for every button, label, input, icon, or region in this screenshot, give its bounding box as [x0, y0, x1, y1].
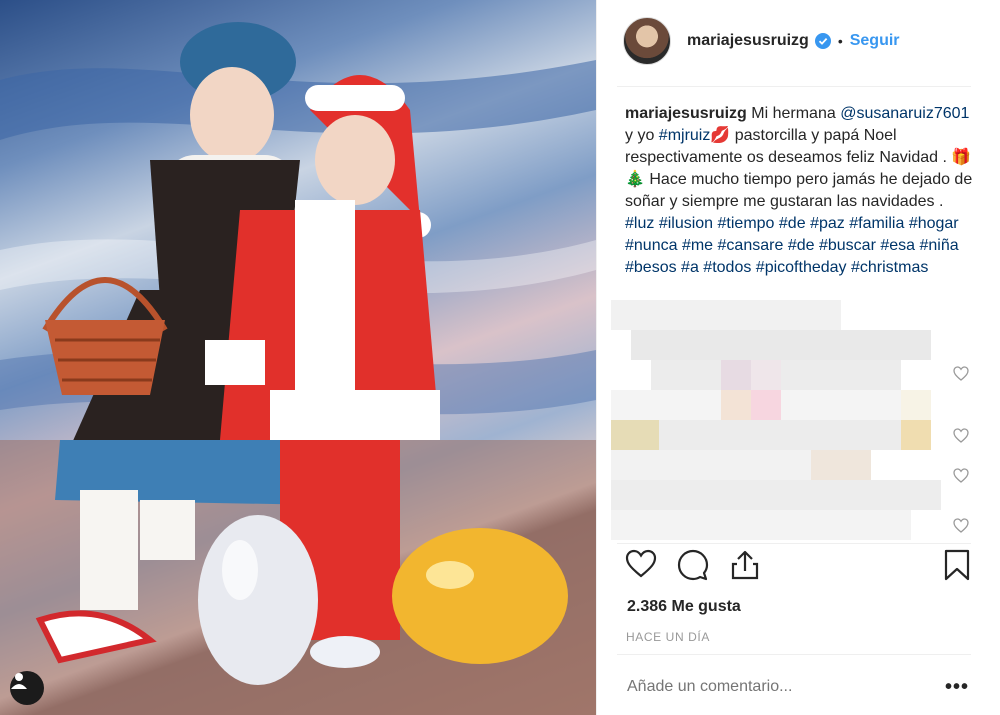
likes-count[interactable]: 2.386 Me gusta	[627, 598, 741, 616]
hashtag-link[interactable]: #familia	[849, 215, 904, 232]
user-tag-icon	[11, 673, 27, 689]
photo-illustration	[0, 22, 596, 715]
comment-like-icon[interactable]	[953, 518, 969, 533]
gift-emoji: 🎁	[951, 149, 972, 166]
hashtag-link[interactable]: #de	[779, 215, 806, 232]
hashtag-link[interactable]: #de	[788, 237, 815, 254]
action-bar	[625, 549, 975, 585]
post-caption: mariajesusruizg Mi hermana @susanaruiz76…	[625, 103, 977, 279]
hashtag-link[interactable]: #luz	[625, 215, 654, 232]
blurred-comments	[611, 300, 941, 540]
user-tag-button[interactable]	[10, 671, 44, 705]
hashtag-link[interactable]: #me	[682, 237, 713, 254]
mention-link[interactable]: @susanaruiz7601	[840, 105, 969, 122]
share-icon[interactable]	[729, 549, 761, 581]
post-header: mariajesusruizg • Seguir	[623, 16, 900, 66]
hashtag-link[interactable]: #tiempo	[718, 215, 775, 232]
hashtag-link[interactable]: #nunca	[625, 237, 678, 254]
hashtag-link[interactable]: #besos	[625, 259, 677, 276]
post-sidebar: mariajesusruizg • Seguir mariajesusruizg…	[596, 0, 1000, 715]
comment-like-icon[interactable]	[953, 366, 969, 381]
comment-like-icon[interactable]	[953, 428, 969, 443]
heart-icon[interactable]	[625, 549, 657, 579]
follow-button[interactable]: Seguir	[850, 32, 900, 50]
hashtag-link[interactable]: #hogar	[909, 215, 959, 232]
hashtag-list: #luz #ilusion #tiempo #de #paz #familia …	[625, 215, 959, 276]
post-photo[interactable]	[0, 0, 596, 715]
hashtag-link[interactable]: #picoftheday	[756, 259, 847, 276]
avatar[interactable]	[623, 17, 671, 65]
hashtag-link[interactable]: #ilusion	[659, 215, 713, 232]
caption-text: Hace mucho tiempo pero jamás he dejado d…	[625, 171, 973, 210]
hashtag-link[interactable]: #paz	[810, 215, 845, 232]
comment-divider	[617, 654, 971, 655]
hashtag-link[interactable]: #mjruiz	[659, 127, 711, 144]
comment-like-icon[interactable]	[953, 468, 969, 483]
header-divider	[617, 86, 971, 87]
actions-divider	[617, 543, 971, 544]
kiss-emoji: 💋	[710, 127, 731, 144]
hashtag-link[interactable]: #a	[681, 259, 699, 276]
caption-author-link[interactable]: mariajesusruizg	[625, 105, 747, 122]
tree-emoji: 🎄	[625, 171, 645, 188]
comment-input[interactable]	[627, 678, 927, 696]
bookmark-icon[interactable]	[943, 549, 971, 581]
hashtag-link[interactable]: #esa	[880, 237, 915, 254]
verified-badge-icon	[814, 33, 831, 49]
caption-text: Mi hermana	[746, 105, 841, 122]
comment-icon[interactable]	[677, 549, 709, 581]
username-link[interactable]: mariajesusruizg	[687, 32, 809, 50]
hashtag-link[interactable]: #todos	[703, 259, 751, 276]
hashtag-link[interactable]: #niña	[920, 237, 959, 254]
caption-text: y yo	[625, 127, 659, 144]
hashtag-link[interactable]: #buscar	[819, 237, 876, 254]
hashtag-link[interactable]: #christmas	[851, 259, 928, 276]
more-options-button[interactable]: •••	[945, 676, 969, 699]
hashtag-link[interactable]: #cansare	[718, 237, 784, 254]
separator-dot: •	[837, 33, 843, 49]
post-timestamp: HACE UN DÍA	[626, 630, 710, 644]
